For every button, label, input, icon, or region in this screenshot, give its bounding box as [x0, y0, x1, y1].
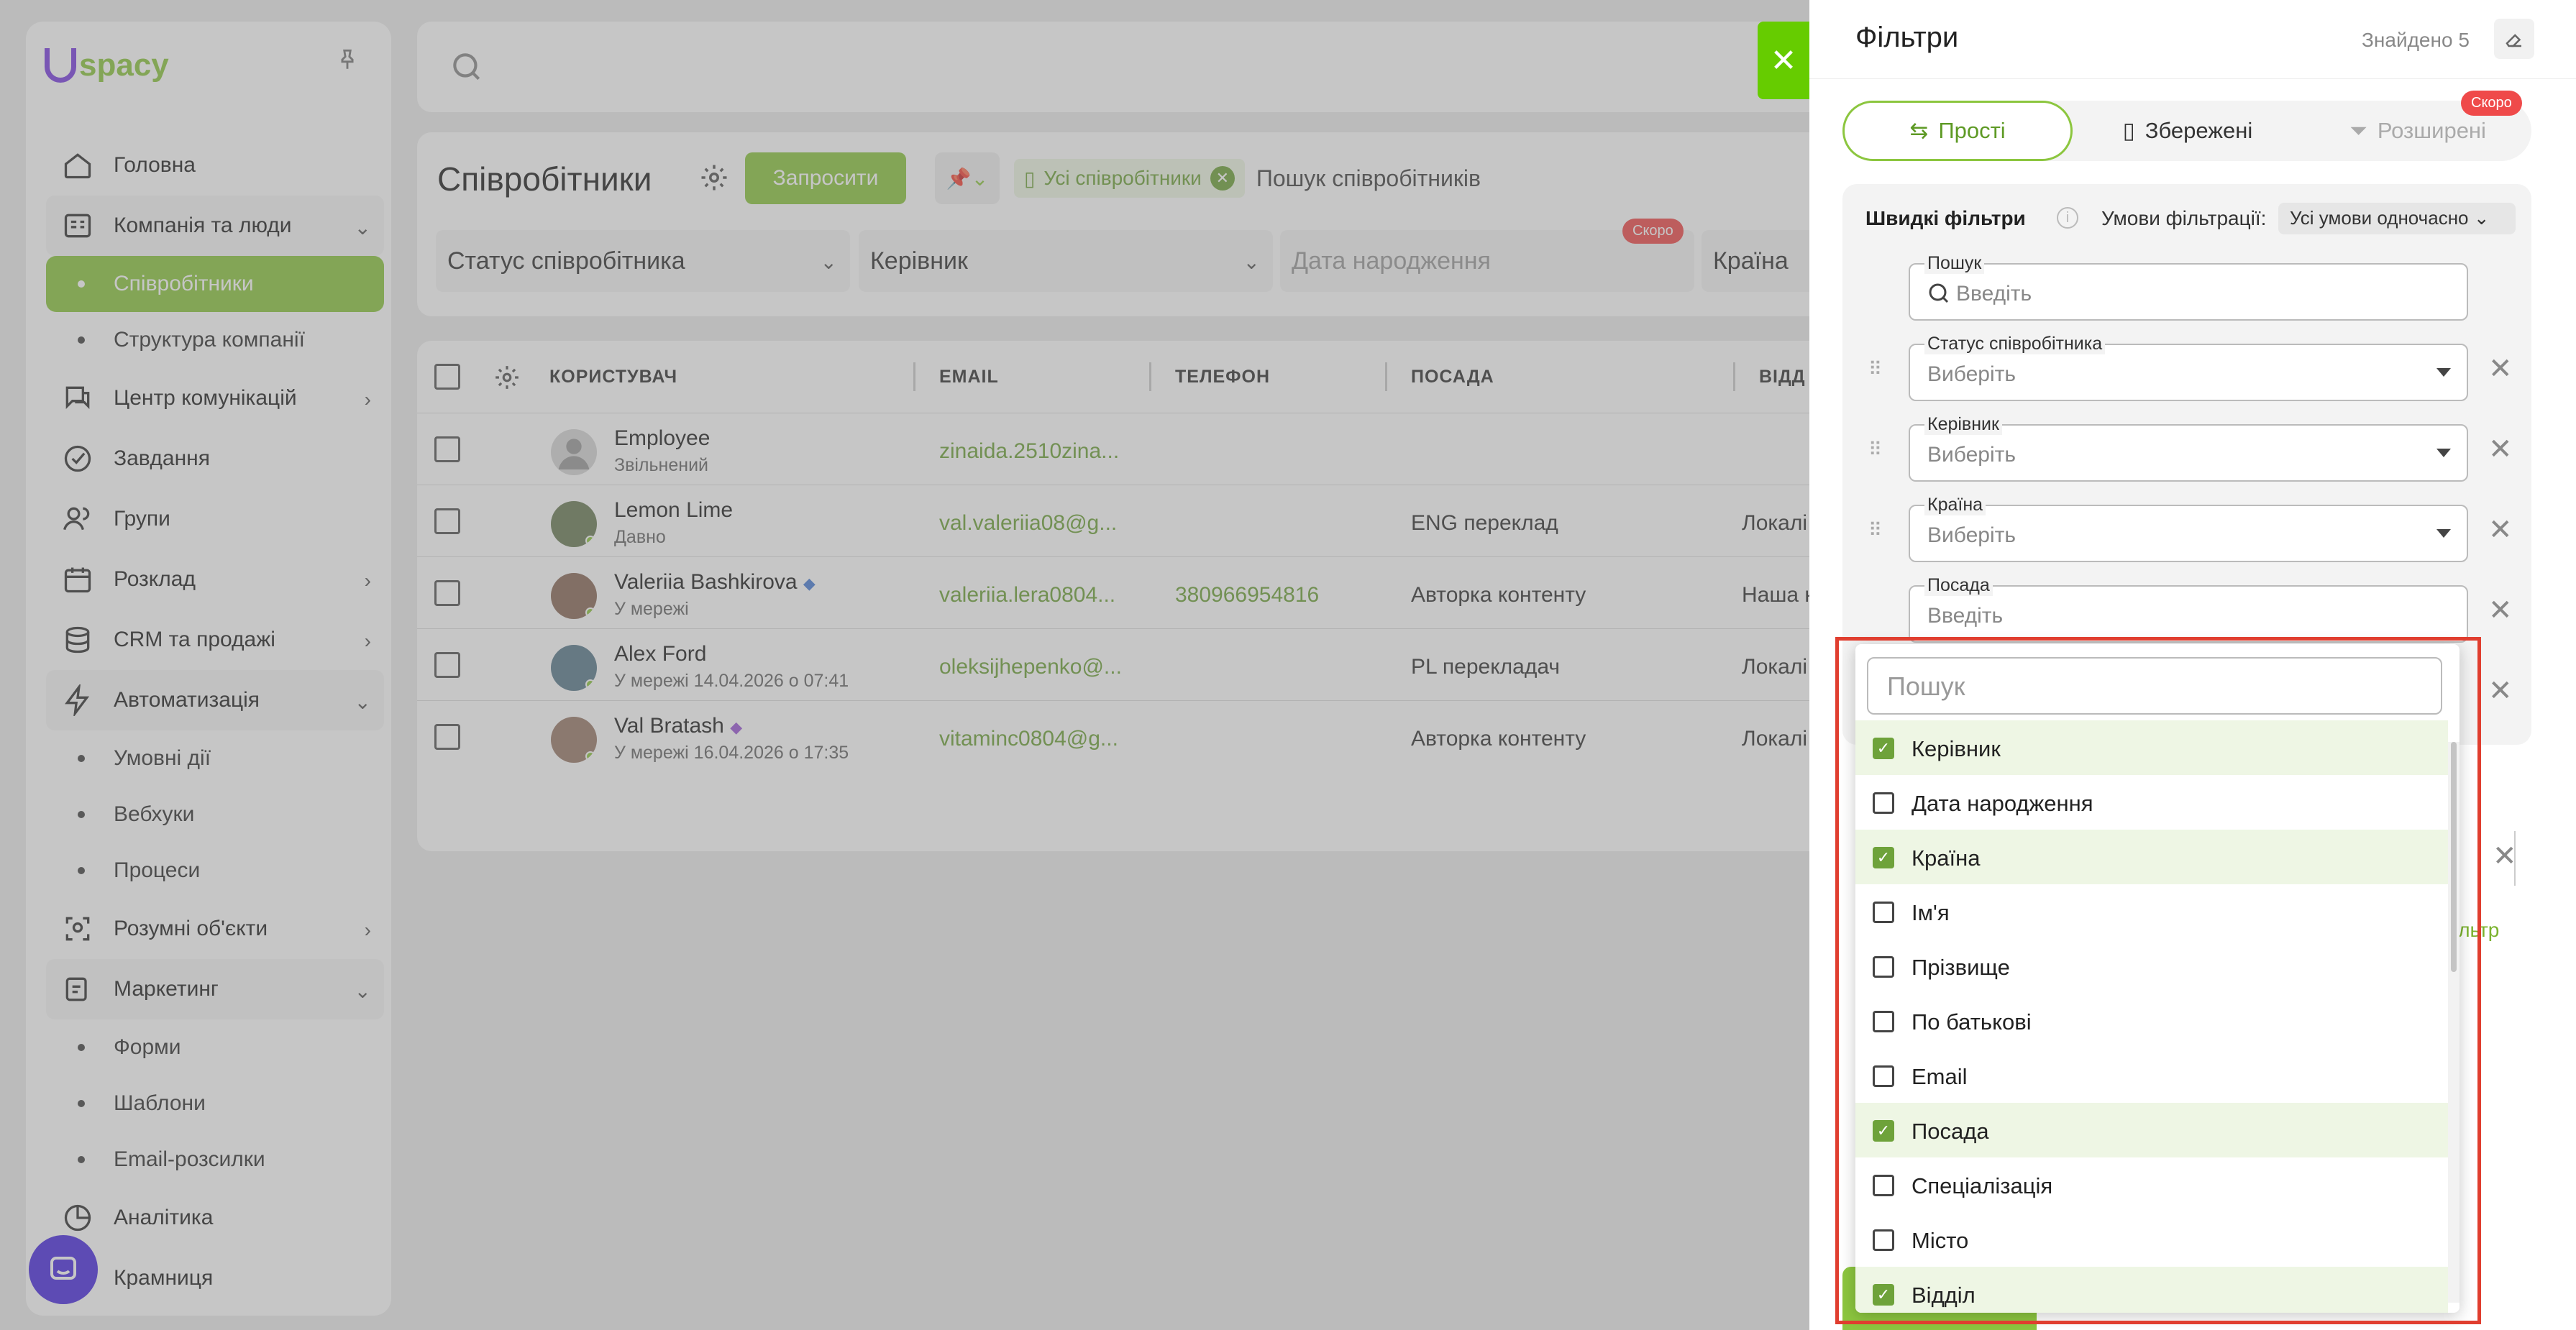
option-label: Посада	[1912, 1119, 1989, 1144]
add-filter-link[interactable]: ільтр	[2454, 919, 2499, 942]
checkbox-icon	[1873, 792, 1894, 814]
info-icon[interactable]: i	[2057, 207, 2078, 229]
filter-fields-dropdown: Пошук ✓ Керівник Дата народження ✓ Країна …	[1855, 644, 2459, 1313]
option-label: Дата народження	[1912, 791, 2093, 816]
option-email[interactable]: Email	[1855, 1048, 2448, 1103]
field-placeholder: Введіть	[1956, 282, 2032, 306]
option-label: Відділ	[1912, 1283, 1976, 1308]
checkbox-checked-icon: ✓	[1873, 738, 1894, 759]
drag-handle-icon[interactable]: ⠿	[1868, 519, 1883, 541]
dropdown-options: ✓ Керівник Дата народження ✓ Країна Ім'я П…	[1855, 720, 2448, 1313]
field-label: Посада	[1924, 575, 1993, 596]
dropdown-scrollbar-thumb[interactable]	[2451, 742, 2457, 972]
option-label: Email	[1912, 1064, 1968, 1089]
field-label: Керівник	[1924, 414, 2002, 435]
option-country[interactable]: ✓ Країна	[1855, 830, 2448, 884]
bookmark-icon: ▯	[2122, 118, 2135, 143]
option-label: Спеціалізація	[1912, 1173, 2053, 1198]
option-label: Прізвище	[1912, 955, 2010, 980]
checkbox-icon	[1873, 1175, 1894, 1196]
option-city[interactable]: Місто	[1855, 1212, 2448, 1267]
option-label: Країна	[1912, 845, 1981, 871]
field-placeholder: Виберіть	[1927, 523, 2017, 547]
checkbox-icon	[1873, 956, 1894, 978]
chevron-down-icon: ⌄	[2473, 207, 2490, 229]
manager-field[interactable]: Керівник Виберіть	[1909, 414, 2468, 482]
field-label: Пошук	[1924, 253, 1985, 274]
tab-advanced-label: Розширені	[2377, 118, 2486, 143]
option-label: По батькові	[1912, 1009, 2032, 1035]
drag-handle-icon[interactable]: ⠿	[1868, 439, 1883, 460]
option-label: Керівник	[1912, 736, 2001, 761]
position-field[interactable]: Посада Введіть	[1909, 575, 2468, 643]
remove-filter-icon[interactable]: ✕	[2493, 840, 2517, 873]
checkbox-checked-icon: ✓	[1873, 1284, 1894, 1306]
drag-handle-icon[interactable]: ⠿	[1868, 358, 1883, 380]
filter-tabs: ⇆ Прості ▯ Збережені ⏷ Розширені Скоро	[1842, 91, 2531, 161]
close-icon: ✕	[1770, 42, 1797, 78]
option-last-name[interactable]: Прізвище	[1855, 939, 2448, 994]
conditions-value: Усі умови одночасно	[2290, 207, 2469, 229]
sliders-icon: ⇆	[1909, 118, 1929, 143]
remove-filter-icon[interactable]: ✕	[2488, 674, 2513, 707]
checkbox-icon	[1873, 902, 1894, 923]
option-birth-date[interactable]: Дата народження	[1855, 775, 2448, 830]
funnel-icon: ⏷	[2349, 117, 2367, 143]
eraser-icon	[2506, 34, 2521, 47]
option-manager[interactable]: ✓ Керівник	[1855, 720, 2448, 775]
found-count: Знайдено 5	[2362, 29, 2470, 51]
clear-filters-button[interactable]	[2494, 19, 2534, 59]
soon-badge: Скоро	[2461, 91, 2522, 116]
search-field[interactable]: Пошук Введіть	[1909, 253, 2468, 321]
tab-simple[interactable]: ⇆ Прості	[1842, 101, 2073, 161]
remove-filter-icon[interactable]: ✕	[2488, 352, 2513, 385]
dropdown-search-input[interactable]: Пошук	[1867, 657, 2442, 715]
search-icon	[1929, 283, 1949, 303]
app-root: spacy Головна Компанія та люди ⌄ Співроб…	[0, 0, 2576, 1330]
option-label: Ім'я	[1912, 900, 1950, 925]
option-position[interactable]: ✓ Посада	[1855, 1103, 2448, 1157]
checkbox-checked-icon: ✓	[1873, 1120, 1894, 1142]
field-placeholder: Введіть	[1927, 604, 2004, 628]
checkbox-icon	[1873, 1011, 1894, 1032]
quick-filters-title: Швидкі фільтри	[1865, 207, 2026, 229]
conditions-label: Умови фільтрації:	[2101, 207, 2267, 229]
remove-filter-icon[interactable]: ✕	[2488, 433, 2513, 466]
caret-down-icon	[2436, 529, 2451, 538]
field-label: Країна	[1924, 495, 1986, 515]
modal-backdrop[interactable]	[0, 0, 1809, 1330]
close-panel-button[interactable]: ✕	[1758, 22, 1809, 99]
filters-panel-title: Фільтри	[1855, 22, 1959, 53]
caret-down-icon	[2436, 368, 2451, 377]
filters-panel-header: Фільтри Знайдено 5	[1809, 0, 2576, 79]
option-specialization[interactable]: Спеціалізація	[1855, 1157, 2448, 1212]
remove-filter-icon[interactable]: ✕	[2488, 513, 2513, 546]
checkbox-icon	[1873, 1229, 1894, 1251]
checkbox-icon	[1873, 1065, 1894, 1087]
country-field[interactable]: Країна Виберіть	[1909, 495, 2468, 562]
conditions-select[interactable]: Усі умови одночасно ⌄	[2278, 203, 2516, 234]
option-department[interactable]: ✓ Відділ	[1855, 1267, 2448, 1313]
tab-saved[interactable]: ▯ Збережені	[2080, 101, 2296, 161]
field-placeholder: Виберіть	[1927, 362, 2017, 386]
field-label: Статус співробітника	[1924, 334, 2106, 354]
field-placeholder: Виберіть	[1927, 443, 2017, 467]
tab-saved-label: Збережені	[2145, 118, 2253, 143]
status-field[interactable]: Статус співробітника Виберіть	[1909, 334, 2468, 401]
checkbox-checked-icon: ✓	[1873, 847, 1894, 868]
tab-simple-label: Прості	[1938, 118, 2006, 143]
option-first-name[interactable]: Ім'я	[1855, 884, 2448, 939]
remove-filter-icon[interactable]: ✕	[2488, 594, 2513, 627]
caret-down-icon	[2436, 449, 2451, 457]
option-patronymic[interactable]: По батькові	[1855, 994, 2448, 1048]
option-label: Місто	[1912, 1228, 1969, 1253]
